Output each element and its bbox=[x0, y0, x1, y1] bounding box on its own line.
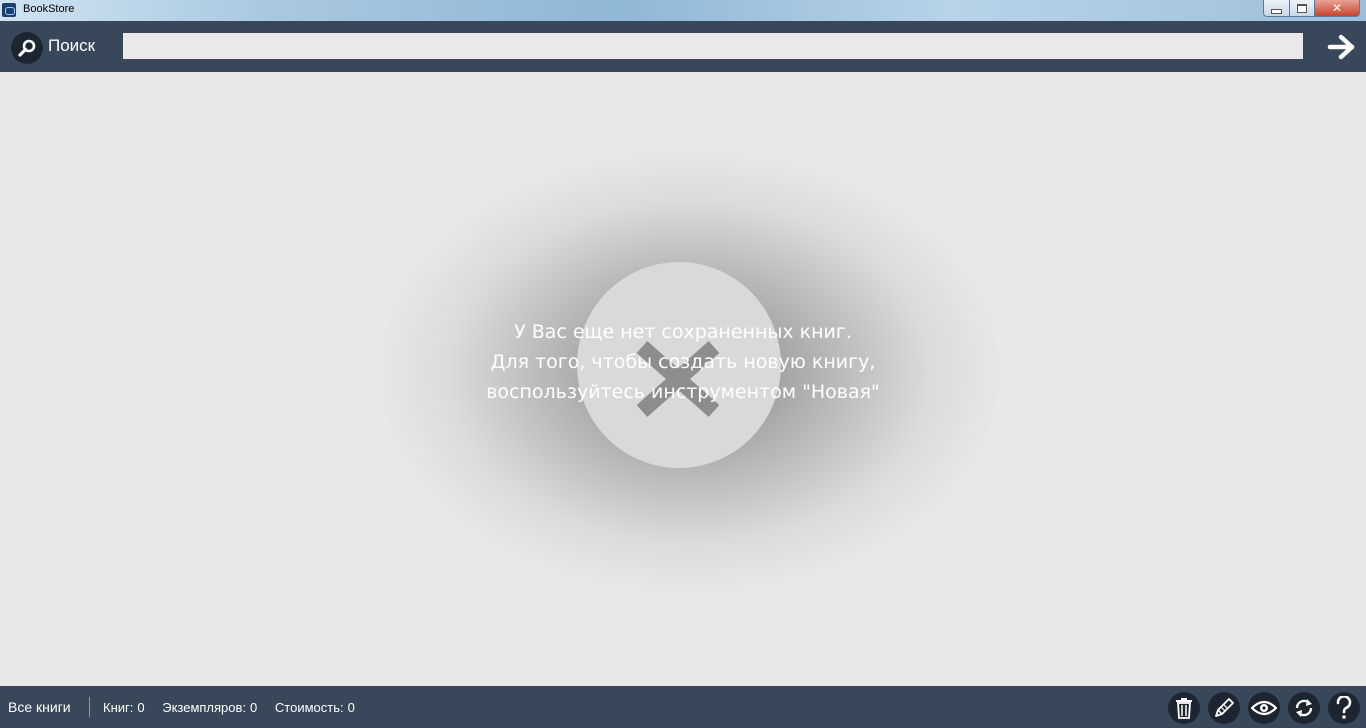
search-label: Поиск bbox=[48, 36, 96, 55]
delete-button[interactable] bbox=[1168, 692, 1200, 724]
search-icon[interactable] bbox=[11, 32, 43, 64]
empty-line-3: воспользуйтесь инструментом "Новая" bbox=[486, 381, 880, 403]
cost-label: Стоимость: bbox=[274, 700, 344, 715]
empty-state-message: У Вас еще нет сохраненных книг. Для того… bbox=[383, 317, 983, 407]
copies-count-label: Экземпляров: bbox=[162, 700, 247, 715]
edit-button[interactable] bbox=[1208, 692, 1240, 724]
copies-count-value: 0 bbox=[250, 700, 258, 715]
eye-icon bbox=[1251, 700, 1277, 716]
status-bar: Все книги Книг: 0 Экземпляров: 0 Стоимость… bbox=[0, 686, 1366, 728]
help-icon bbox=[1336, 696, 1352, 719]
action-toolbar bbox=[1168, 692, 1360, 724]
close-button[interactable]: ✕ bbox=[1315, 0, 1360, 17]
refresh-button[interactable] bbox=[1288, 692, 1320, 724]
status-stats: Книг: 0 Экземпляров: 0 Стоимость: 0 bbox=[103, 700, 359, 715]
empty-line-2: Для того, чтобы создать новую книгу, bbox=[490, 351, 876, 373]
cost-value: 0 bbox=[347, 700, 355, 715]
books-count-value: 0 bbox=[137, 700, 145, 715]
arrow-right-icon bbox=[1327, 34, 1355, 60]
close-icon: ✕ bbox=[1331, 1, 1343, 15]
minimize-icon bbox=[1271, 8, 1282, 14]
window-title: BookStore bbox=[23, 3, 75, 15]
title-bar: BookStore ✕ bbox=[0, 0, 1366, 21]
window-controls: ✕ bbox=[1263, 0, 1360, 17]
trash-icon bbox=[1176, 698, 1192, 719]
search-input[interactable] bbox=[123, 33, 1303, 59]
book-list-area: У Вас еще нет сохраненных книг. Для того… bbox=[0, 72, 1366, 686]
search-go-button[interactable] bbox=[1324, 32, 1358, 62]
refresh-icon bbox=[1295, 699, 1313, 717]
empty-line-1: У Вас еще нет сохраненных книг. bbox=[514, 321, 852, 343]
maximize-icon bbox=[1297, 3, 1307, 13]
maximize-button[interactable] bbox=[1290, 0, 1315, 17]
books-count-label: Книг: bbox=[103, 700, 134, 715]
app-icon bbox=[2, 3, 16, 17]
minimize-button[interactable] bbox=[1263, 0, 1290, 17]
view-button[interactable] bbox=[1248, 692, 1280, 724]
search-bar: Поиск bbox=[0, 21, 1366, 72]
help-button[interactable] bbox=[1328, 692, 1360, 724]
pencil-icon bbox=[1215, 698, 1234, 717]
filter-all-books[interactable]: Все книги bbox=[8, 699, 71, 715]
status-divider bbox=[89, 697, 90, 717]
